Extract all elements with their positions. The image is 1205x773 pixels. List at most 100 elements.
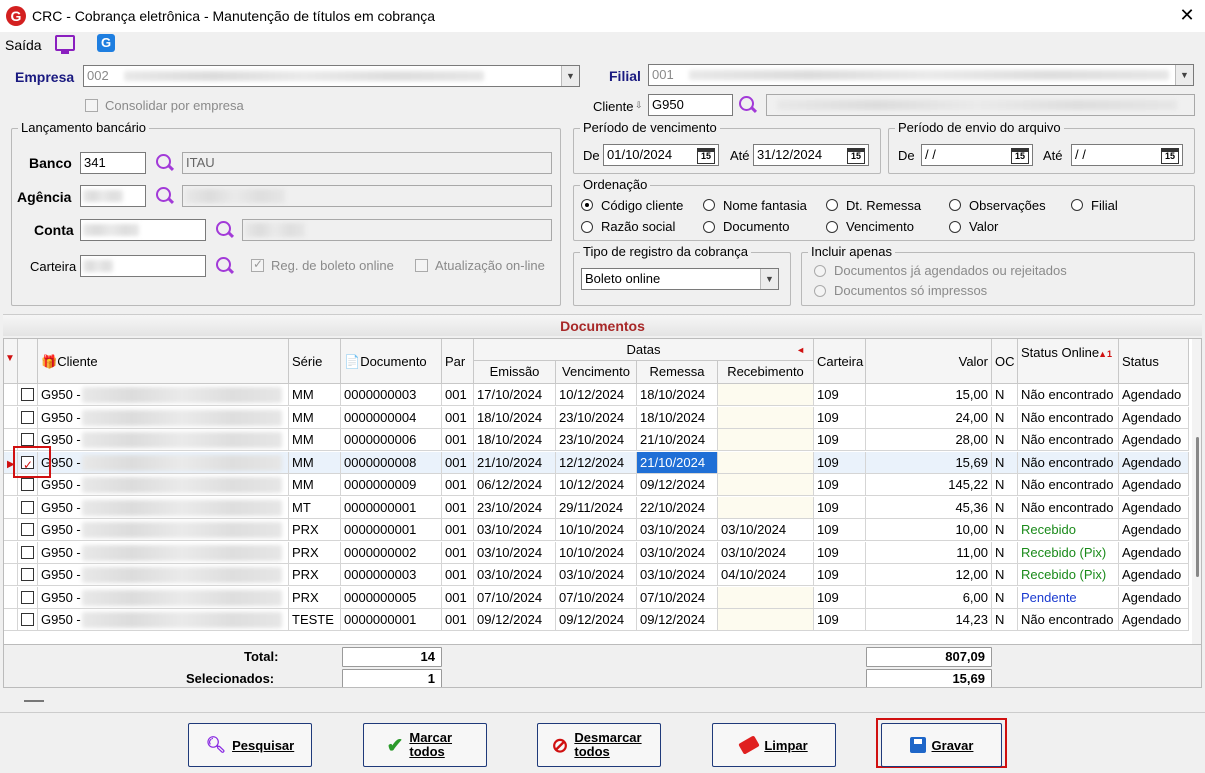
- cliente-input[interactable]: G950: [648, 94, 733, 116]
- cliente-redacted: [777, 100, 1177, 110]
- marcar-label: Marcar todos: [409, 730, 453, 759]
- ord-radio-documento[interactable]: [703, 221, 715, 233]
- row-check-cell[interactable]: [18, 564, 38, 586]
- col-vencimento[interactable]: Vencimento: [556, 361, 637, 384]
- search-icon[interactable]: [154, 185, 176, 207]
- table-row[interactable]: G950 - MM 0000000003 001 17/10/2024 10/12/202…: [4, 384, 1189, 406]
- cell-rec: [718, 451, 814, 474]
- table-row[interactable]: G950 - MM 0000000006 001 18/10/2024 23/10/202…: [4, 429, 1189, 451]
- row-check-cell[interactable]: [18, 384, 38, 406]
- col-carteira[interactable]: Carteira: [814, 339, 866, 384]
- row-check-cell[interactable]: [18, 519, 38, 541]
- ord-radio-nome[interactable]: [703, 199, 715, 211]
- row-checkbox[interactable]: [21, 590, 34, 604]
- cell-car: 109: [814, 451, 866, 474]
- cell-rem: 21/10/2024: [637, 429, 718, 451]
- limpar-button[interactable]: Limpar: [712, 723, 836, 767]
- check-icon: ✔: [386, 734, 404, 757]
- desmarcar-todos-button[interactable]: ⊘ Desmarcar todos: [537, 723, 661, 767]
- calendar-icon[interactable]: 15: [1011, 148, 1029, 164]
- ord-radio-vencimento[interactable]: [826, 221, 838, 233]
- banco-input[interactable]: 341: [80, 152, 146, 174]
- close-icon[interactable]: ✕: [1176, 4, 1198, 26]
- carteira-redacted: [83, 260, 113, 272]
- filial-select[interactable]: 001 ▼: [648, 64, 1194, 86]
- search-icon[interactable]: [154, 152, 176, 174]
- pesquisar-button[interactable]: 🔍︎ Pesquisar: [188, 723, 312, 767]
- col-oc[interactable]: OC: [992, 339, 1018, 384]
- search-icon[interactable]: [737, 94, 759, 116]
- col-valor[interactable]: Valor: [866, 339, 992, 384]
- ord-radio-observacoes[interactable]: [949, 199, 961, 211]
- cell-rec: [718, 586, 814, 609]
- scrollbar-thumb[interactable]: [1196, 437, 1199, 577]
- table-row[interactable]: ▶ ✓ G950 - MM 0000000008 001 21/10/2024 12/12/2…: [4, 451, 1189, 474]
- cell-serie: MM: [289, 406, 341, 429]
- empresa-select[interactable]: 002 ▼: [83, 65, 580, 87]
- col-recebimento[interactable]: Recebimento: [718, 361, 814, 384]
- tipo-registro-select[interactable]: Boleto online ▼: [581, 268, 779, 290]
- row-check-cell[interactable]: [18, 586, 38, 609]
- chevron-down-icon[interactable]: ▼: [760, 269, 778, 289]
- chevron-down-icon[interactable]: ▼: [1175, 65, 1193, 85]
- ord-radio-valor[interactable]: [949, 221, 961, 233]
- row-checkbox[interactable]: [21, 433, 34, 446]
- col-status[interactable]: Status: [1119, 339, 1189, 384]
- row-checkbox[interactable]: [21, 613, 34, 626]
- row-checkbox[interactable]: [21, 568, 34, 581]
- row-checkbox[interactable]: [21, 545, 34, 559]
- row-checkbox[interactable]: [21, 523, 34, 536]
- row-check-cell[interactable]: [18, 541, 38, 564]
- row-checkbox[interactable]: [21, 388, 34, 401]
- calendar-icon[interactable]: 15: [697, 148, 715, 164]
- sort-arrow-icon: ⇩: [635, 100, 643, 110]
- check-header[interactable]: [18, 339, 38, 384]
- ord-radio-codigo[interactable]: [581, 199, 593, 211]
- col-par[interactable]: Par: [442, 339, 474, 384]
- col-emissao[interactable]: Emissão: [474, 361, 556, 384]
- col-serie[interactable]: Série: [289, 339, 341, 384]
- collapse-left-icon[interactable]: ◄: [796, 339, 805, 361]
- col-status-online[interactable]: Status Online ▲1: [1018, 339, 1119, 384]
- reg-boleto-checkbox[interactable]: [251, 257, 264, 272]
- table-row[interactable]: G950 - PRX 0000000003 001 03/10/2024 03/10/20…: [4, 564, 1189, 586]
- search-icon[interactable]: [214, 219, 236, 241]
- search-icon[interactable]: [214, 255, 236, 277]
- atualizacao-checkbox[interactable]: [415, 259, 428, 272]
- col-cliente[interactable]: 🎁Cliente: [38, 339, 289, 384]
- row-check-cell[interactable]: [18, 609, 38, 631]
- monitor-icon[interactable]: [55, 35, 75, 54]
- row-check-cell[interactable]: [18, 406, 38, 429]
- row-checkbox[interactable]: [21, 410, 34, 424]
- chevron-down-icon[interactable]: ▼: [561, 66, 579, 86]
- incluir-radio-impressos[interactable]: [814, 285, 826, 297]
- ord-radio-remessa[interactable]: [826, 199, 838, 211]
- table-row[interactable]: G950 - MM 0000000004 001 18/10/2024 23/10/202…: [4, 406, 1189, 429]
- col-remessa[interactable]: Remessa: [637, 361, 718, 384]
- row-checkbox[interactable]: [21, 478, 34, 491]
- ord-radio-filial[interactable]: [1071, 199, 1083, 211]
- consolidar-checkbox[interactable]: [85, 99, 98, 112]
- menu-saida[interactable]: Saída: [5, 37, 42, 53]
- ord-radio-razao[interactable]: [581, 221, 593, 233]
- gravar-button[interactable]: Gravar: [881, 723, 1002, 767]
- marcar-todos-button[interactable]: ✔ Marcar todos: [363, 723, 487, 767]
- table-row[interactable]: G950 - MM 0000000009 001 06/12/2024 10/12/202…: [4, 474, 1189, 496]
- col-documento[interactable]: 📄Documento: [341, 339, 442, 384]
- splitter-handle[interactable]: [24, 700, 44, 702]
- incluir-radio-agendados[interactable]: [814, 265, 826, 277]
- table-row[interactable]: G950 - PRX 0000000001 001 03/10/2024 10/10/20…: [4, 519, 1189, 541]
- app-g-icon[interactable]: G: [97, 34, 115, 52]
- row-checkbox[interactable]: [21, 500, 34, 514]
- table-row[interactable]: G950 - TESTE 0000000001 001 09/12/2024 09/12/…: [4, 609, 1189, 631]
- conta-input[interactable]: [80, 219, 206, 241]
- carteira-input[interactable]: [80, 255, 206, 277]
- row-check-cell[interactable]: [18, 496, 38, 519]
- table-row[interactable]: G950 - PRX 0000000002 001 03/10/2024 10/10/20…: [4, 541, 1189, 564]
- calendar-icon[interactable]: 15: [1161, 148, 1179, 164]
- cell-rec: 03/10/2024: [718, 541, 814, 564]
- agencia-input[interactable]: [80, 185, 146, 207]
- calendar-icon[interactable]: 15: [847, 148, 865, 164]
- table-row[interactable]: G950 - MT 0000000001 001 23/10/2024 29/11/202…: [4, 496, 1189, 519]
- table-row[interactable]: G950 - PRX 0000000005 001 07/10/2024 07/10/20…: [4, 586, 1189, 609]
